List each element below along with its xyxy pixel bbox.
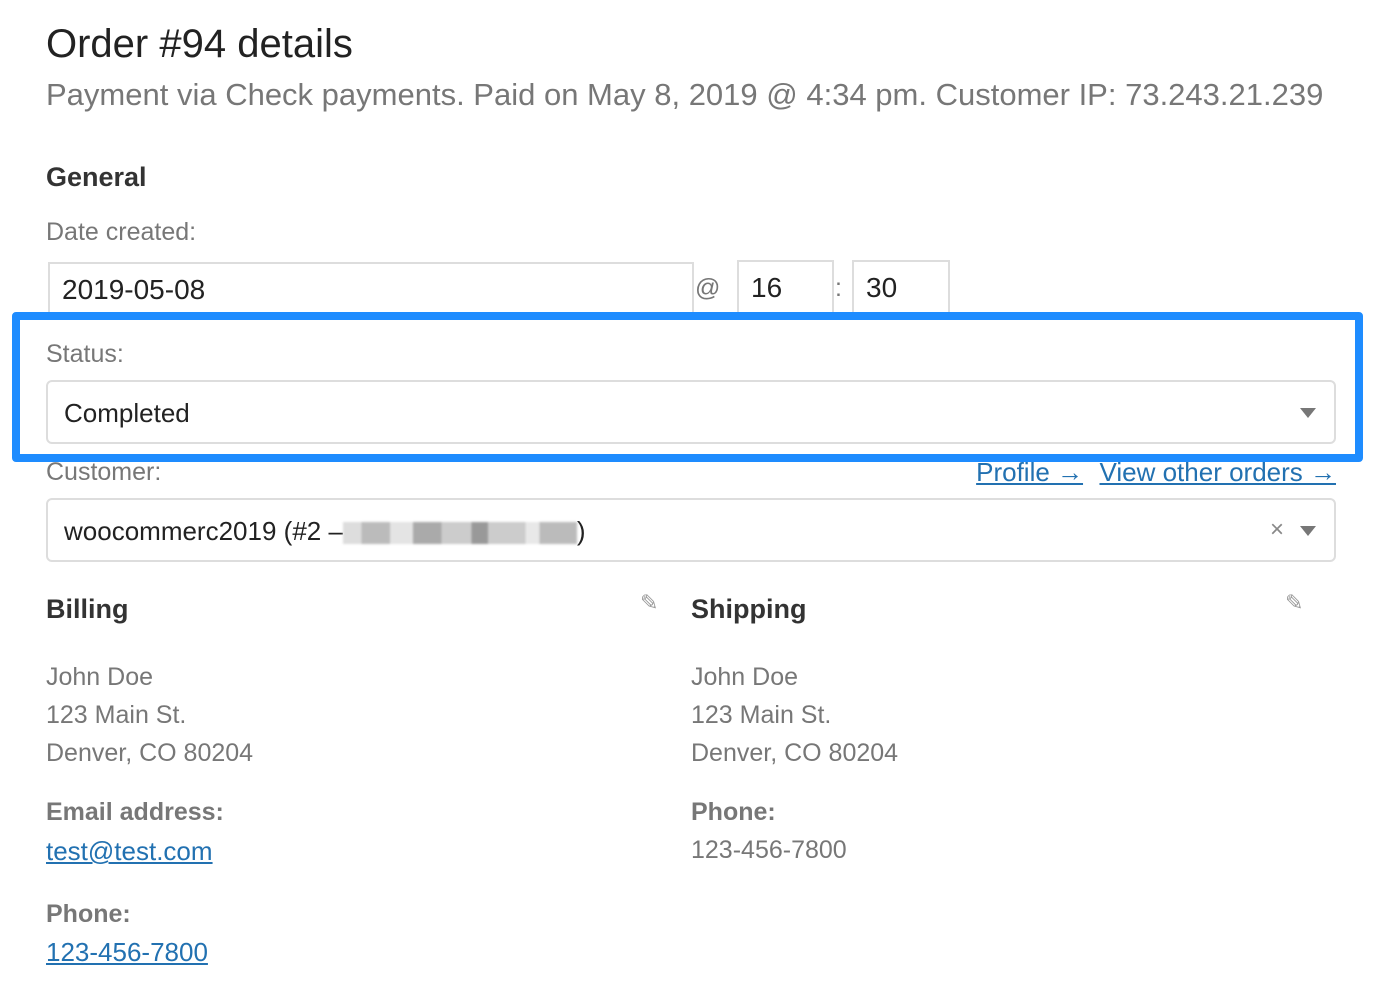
edit-billing-pencil-icon[interactable]: ✎ — [640, 590, 658, 616]
shipping-phone-label: Phone: — [691, 798, 776, 826]
billing-address: John Doe 123 Main St. Denver, CO 80204 — [46, 658, 253, 772]
minute-input[interactable]: 30 — [852, 260, 950, 312]
chevron-down-icon — [1300, 526, 1316, 536]
billing-heading: Billing — [46, 594, 129, 624]
address-line: John Doe — [46, 663, 154, 691]
billing-phone-link[interactable]: 123-456-7800 — [46, 937, 208, 968]
hour-input[interactable]: 16 — [737, 260, 834, 312]
time-colon: : — [835, 274, 842, 302]
customer-value: woocommerc2019 (#2 – — [64, 516, 343, 546]
redacted-email — [342, 522, 577, 545]
date-created-label: Date created: — [46, 218, 197, 246]
address-line: 123 Main St. — [46, 701, 187, 729]
address-line: Denver, CO 80204 — [46, 739, 254, 767]
at-symbol: @ — [695, 274, 721, 302]
email-link[interactable]: test@test.com — [46, 836, 213, 867]
date-input[interactable]: 2019-05-08 — [48, 262, 694, 312]
address-line: Denver, CO 80204 — [691, 739, 899, 767]
address-line: 123 Main St. — [691, 701, 832, 729]
view-other-orders-link[interactable]: View other orders → — [1099, 457, 1336, 487]
billing-phone-label: Phone: — [46, 900, 131, 928]
payment-subtitle: Payment via Check payments. Paid on May … — [46, 77, 1324, 112]
customer-select[interactable]: woocommerc2019 (#2 –) × — [46, 498, 1336, 562]
shipping-phone: 123-456-7800 — [691, 836, 847, 864]
highlight-box — [12, 312, 1363, 462]
page-title: Order #94 details — [46, 22, 353, 66]
profile-link[interactable]: Profile → — [976, 457, 1083, 487]
date-value: 2019-05-08 — [62, 274, 206, 305]
customer-value-end: ) — [576, 516, 586, 546]
customer-label: Customer: — [46, 458, 162, 486]
minute-value: 30 — [866, 272, 898, 303]
address-line: John Doe — [691, 663, 799, 691]
shipping-address: John Doe 123 Main St. Denver, CO 80204 — [691, 658, 898, 772]
shipping-heading: Shipping — [691, 594, 807, 624]
clear-icon[interactable]: × — [1270, 516, 1284, 544]
hour-value: 16 — [751, 272, 783, 303]
email-label: Email address: — [46, 798, 224, 826]
general-heading: General — [46, 162, 147, 192]
edit-shipping-pencil-icon[interactable]: ✎ — [1285, 590, 1303, 616]
